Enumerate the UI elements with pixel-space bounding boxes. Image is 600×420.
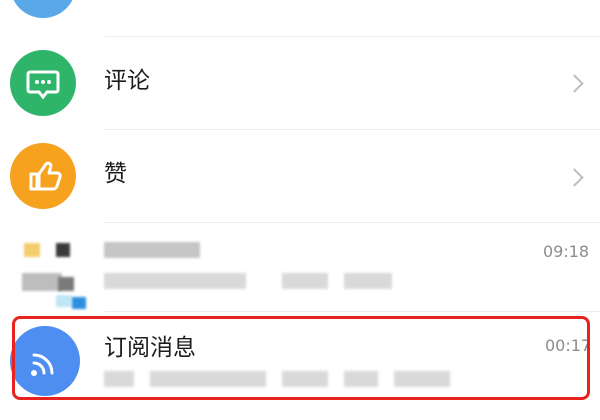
likes-row[interactable]: 赞 [0,130,600,222]
chat-row[interactable]: 09:18 [0,223,600,311]
highlight-box [12,316,590,400]
chat-bubble-icon [10,50,76,116]
chat-preview-redacted [282,273,328,289]
chevron-right-icon [565,168,584,187]
chat-preview-redacted [104,273,246,289]
comments-label: 评论 [104,68,150,94]
chat-time: 09:18 [543,242,590,261]
comments-row[interactable]: 评论 [0,37,600,129]
chat-preview-redacted [344,273,392,289]
likes-label: 赞 [104,161,127,187]
avatar [14,237,90,309]
thumbs-up-icon [10,143,76,209]
chevron-right-icon [565,74,584,93]
settings-circle-icon [10,0,76,18]
chat-name-redacted [104,242,200,258]
